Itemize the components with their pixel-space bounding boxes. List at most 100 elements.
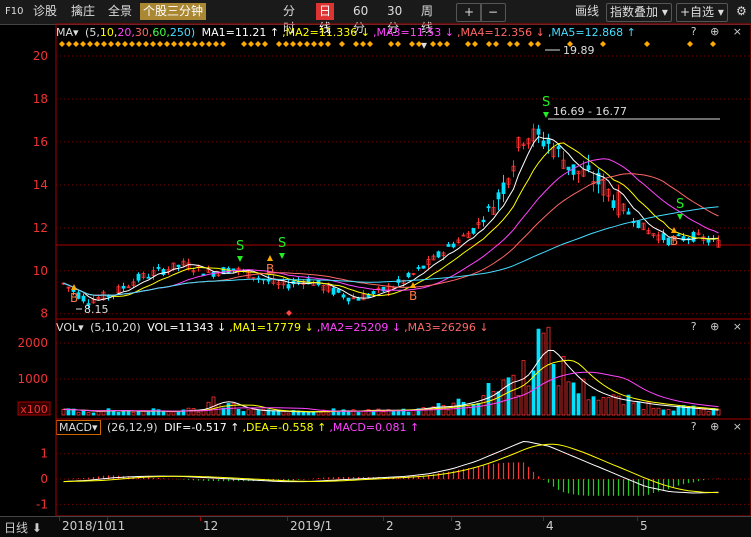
volume-bar: [361, 410, 366, 416]
main-panel-controls[interactable]: ? ⊕ ×: [691, 25, 747, 38]
diamond-marker: [286, 310, 292, 316]
candle: [716, 239, 721, 248]
candle: [316, 280, 321, 286]
candle: [301, 280, 306, 285]
volume-bar: [621, 404, 626, 416]
unit-badge: [17, 401, 51, 416]
volume-bar: [456, 398, 461, 416]
diamond-marker: [353, 41, 359, 47]
tab-period-2[interactable]: 60分: [350, 3, 371, 35]
indicator-tab-button[interactable]: 个股三分钟: [140, 3, 207, 20]
candle: [171, 262, 176, 270]
watchlist-dropdown[interactable]: +自选 ▾: [676, 3, 728, 22]
volume-bar: [506, 377, 511, 416]
candle: [261, 278, 266, 281]
sell-signal: S: [236, 239, 244, 254]
volume-bar: [276, 409, 281, 416]
diamond-marker: [73, 41, 79, 47]
indicator-value: ,MA3=11.53 ↓: [373, 26, 454, 39]
candle: [476, 222, 481, 226]
diamond-marker: [241, 41, 247, 47]
candle: [331, 287, 336, 295]
y-tick-label: 1000: [17, 372, 48, 386]
volume-bar: [511, 374, 516, 416]
candle: [591, 181, 596, 185]
macd-chart: [63, 440, 720, 496]
volume-bar: [296, 410, 301, 416]
volume-bar: [641, 409, 646, 416]
select-button[interactable]: 擒庄: [68, 3, 98, 20]
candle: [121, 285, 126, 289]
diagnose-button[interactable]: 诊股: [30, 3, 60, 20]
ma-param: 30,: [134, 26, 153, 39]
candle: [521, 143, 526, 146]
vol-values: VOL=11343 ↓ ,MA1=17779 ↓ ,MA2=25209 ↓ ,MA3=…: [147, 321, 491, 334]
volume-bar: [516, 395, 521, 416]
candle: [446, 244, 451, 247]
diamond-marker: [213, 41, 219, 47]
diamond-marker: [80, 41, 86, 47]
candle: [361, 293, 366, 301]
volume-bar: [191, 408, 196, 416]
vol-indicator-dropdown[interactable]: VOL▾: [56, 321, 84, 334]
candle: [211, 271, 216, 277]
date-tick: [543, 517, 544, 521]
candle: [351, 297, 356, 300]
settings-icon[interactable]: ⚙: [733, 3, 750, 20]
tab-period-3[interactable]: 30分: [384, 3, 405, 35]
volume-bar: [481, 395, 486, 416]
zoom-out-button[interactable]: −: [480, 3, 506, 22]
indicator-value: ,MA2=11.336 ↓: [282, 26, 371, 39]
candle: [661, 233, 666, 241]
diamond-marker: [143, 41, 149, 47]
sell-arrow: [237, 256, 243, 262]
period-label[interactable]: 日线 ⬇: [4, 519, 42, 536]
volume-bar: [186, 407, 191, 416]
candle: [431, 255, 436, 261]
sell-signal: S: [542, 95, 550, 110]
overlay-dropdown[interactable]: 指数叠加 ▾: [606, 3, 672, 22]
volume-bar: [681, 405, 686, 416]
candle: [196, 265, 201, 269]
volume-bar: [571, 382, 576, 416]
candle: [511, 165, 516, 172]
macd-indicator-dropdown[interactable]: MACD▾: [56, 420, 101, 435]
volume-bar: [396, 410, 401, 416]
f10-button[interactable]: F10: [2, 3, 26, 20]
volume-bar: [411, 410, 416, 416]
tab-period-1[interactable]: 日线: [316, 3, 335, 35]
zoom-in-button[interactable]: +: [456, 3, 482, 22]
vol-panel-controls[interactable]: ? ⊕ ×: [691, 320, 747, 333]
sell-signal: S: [278, 236, 286, 251]
macd-params: (26,12,9): [107, 421, 158, 434]
date-label: 2018/10: [62, 519, 112, 533]
diamond-marker: [535, 41, 541, 47]
candle: [126, 286, 131, 289]
volume-bar: [716, 408, 721, 416]
volume-bar: [501, 379, 506, 416]
ma-indicator-dropdown[interactable]: MA▾: [56, 26, 79, 39]
y-tick-label: 20: [33, 49, 48, 63]
macd-panel-controls[interactable]: ? ⊕ ×: [691, 420, 747, 433]
candle: [626, 211, 631, 215]
diamond-marker: [325, 41, 331, 47]
volume-bar: [346, 410, 351, 416]
y-tick-label: 12: [33, 221, 48, 235]
diamond-marker: [122, 41, 128, 47]
draw-button[interactable]: 画线: [572, 3, 602, 20]
ma-header: MA▾ (5,10,20,30,60,250) MA1=11.21 ↑ ,MA2=…: [56, 25, 751, 41]
candle: [581, 169, 586, 177]
volume-bar: [676, 405, 681, 416]
tab-period-4[interactable]: 周线 ▾: [418, 3, 436, 52]
candle: [71, 289, 76, 292]
fullview-button[interactable]: 全景: [105, 3, 135, 20]
y-tick-label: 0: [40, 472, 48, 486]
tab-period-0[interactable]: 分时: [280, 3, 298, 35]
volume-bar: [691, 405, 696, 416]
diamond-marker: [514, 41, 520, 47]
volume-bar: [671, 410, 676, 416]
volume-bar: [526, 385, 531, 416]
ma-param: 250): [169, 26, 196, 39]
candle: [616, 191, 621, 216]
diamond-marker: [157, 41, 163, 47]
